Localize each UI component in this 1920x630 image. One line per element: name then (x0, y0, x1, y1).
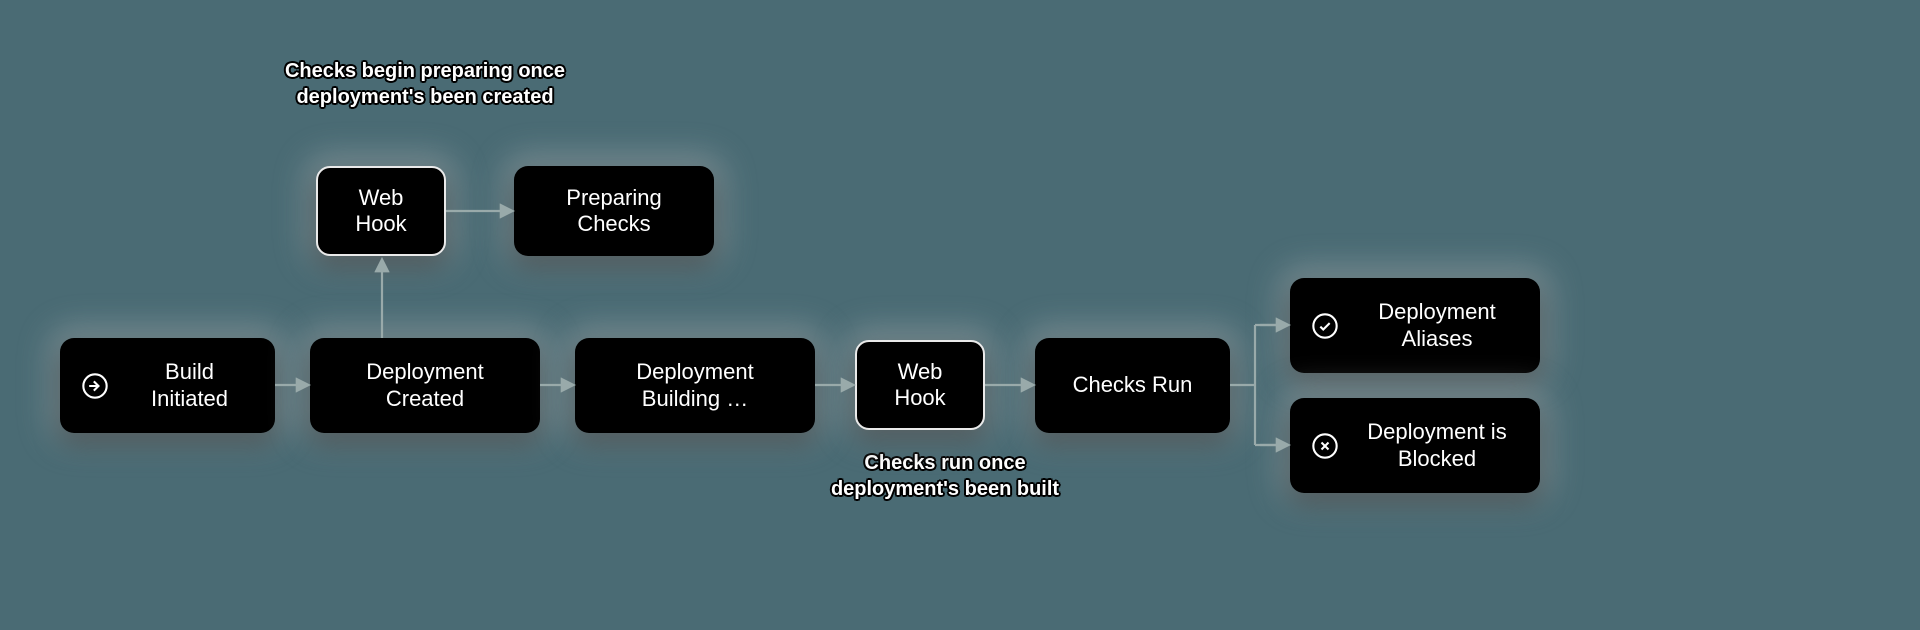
fork-checksrun-to-outcomes (1230, 325, 1288, 445)
connector-svg (0, 0, 1920, 630)
